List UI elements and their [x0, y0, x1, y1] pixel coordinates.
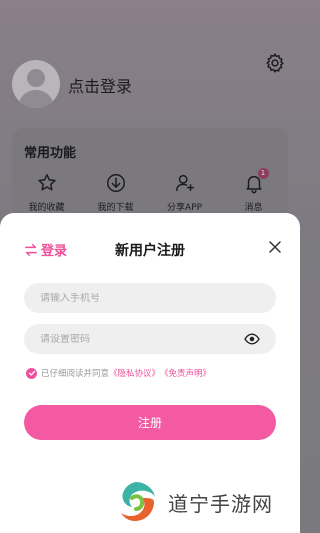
sheet-title: 新用户注册 [115, 243, 185, 259]
star-icon [37, 174, 56, 191]
phone-input[interactable] [40, 292, 260, 304]
click-to-login-text[interactable]: 点击登录 [68, 73, 132, 97]
site-logo-icon [121, 482, 155, 521]
avatar[interactable] [12, 60, 60, 108]
check-icon [28, 370, 35, 376]
watermark-text: 道宁手游网 [168, 491, 273, 516]
agree-checkbox[interactable] [26, 367, 37, 379]
site-watermark: 道宁手游网 [112, 478, 273, 526]
password-input[interactable] [40, 333, 244, 345]
agreement-row: 已仔细阅读并同意 《隐私协议》 《免责声明》 [26, 367, 211, 379]
function-label: 我的下载 [97, 203, 134, 213]
disclaimer-link[interactable]: 《免责声明》 [160, 367, 211, 379]
password-field[interactable] [24, 324, 276, 354]
privacy-policy-link[interactable]: 《隐私协议》 [109, 367, 160, 379]
download-icon [106, 174, 125, 192]
function-label: 消息 [244, 203, 263, 213]
phone-field[interactable] [24, 283, 276, 313]
function-downloads[interactable]: 我的下载 [81, 172, 150, 213]
function-favorites[interactable]: 我的收藏 [12, 172, 81, 213]
close-icon[interactable] [268, 240, 282, 254]
message-count-badge: 1 [257, 168, 269, 179]
function-share-app[interactable]: 分享APP [150, 172, 219, 213]
share-user-icon [175, 174, 194, 192]
register-button[interactable]: 注册 [24, 405, 276, 440]
section-title: 常用功能 [24, 146, 77, 161]
function-label: 分享APP [166, 203, 202, 213]
function-messages[interactable]: 1 消息 [219, 168, 288, 213]
settings-gear-icon[interactable] [264, 52, 286, 74]
agreement-text: 已仔细阅读并同意 [41, 369, 110, 379]
eye-icon[interactable] [244, 333, 260, 345]
function-label: 我的收藏 [28, 203, 65, 213]
